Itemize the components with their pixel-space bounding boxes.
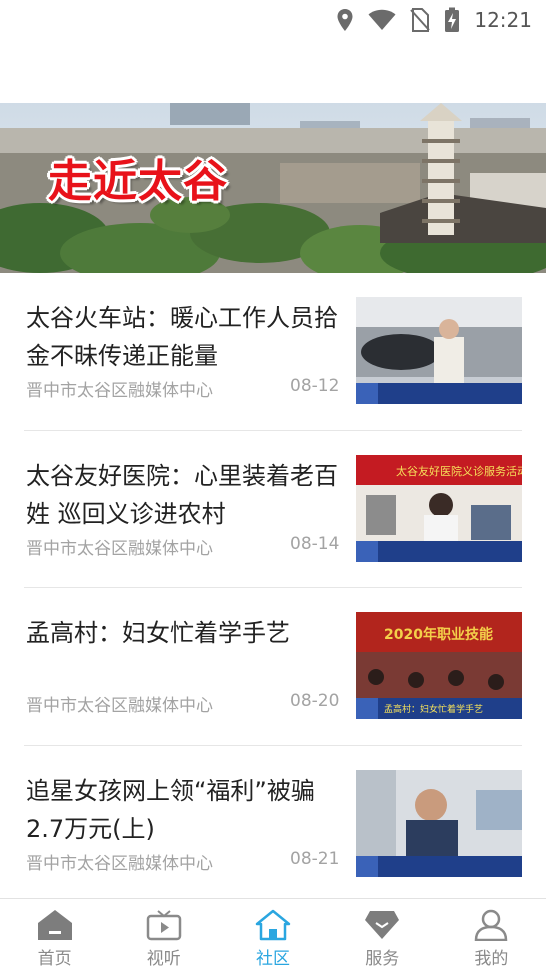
tv-icon: [146, 910, 182, 941]
news-thumbnail: [356, 769, 522, 877]
wifi-icon: [368, 9, 396, 31]
tab-services[interactable]: 服务: [328, 899, 437, 976]
tab-label: 社区: [256, 949, 290, 969]
thumbnail-caption-text: 孟高村：妇女忙着学手艺: [384, 703, 483, 715]
news-thumbnail: [356, 297, 522, 404]
news-date: 08-14: [290, 533, 340, 554]
news-title: 太谷火车站：暖心工作人员拾金不昧传递正能量: [26, 304, 338, 370]
tab-community[interactable]: 社区: [218, 899, 327, 976]
news-date: 08-21: [290, 848, 340, 869]
news-title: 太谷友好医院：心里装着老百姓 巡回义诊进农村: [26, 461, 338, 528]
status-time: 12:21: [474, 8, 532, 32]
news-date: 08-12: [290, 376, 340, 396]
news-item[interactable]: 孟高村：妇女忙着学手艺 晋中市太谷区融媒体中心 08-20 2020年职业技能 …: [24, 588, 522, 746]
news-title: 孟高村：妇女忙着学手艺: [26, 619, 290, 647]
news-title: 追星女孩网上领“福利”被骗2.7万元(上): [26, 776, 315, 843]
community-icon: [255, 909, 291, 941]
tab-home[interactable]: 首页: [0, 899, 109, 976]
user-icon: [475, 909, 508, 941]
news-list: 太谷火车站：暖心工作人员拾金不昧传递正能量 晋中市太谷区融媒体中心 08-12 …: [0, 273, 546, 903]
news-source: 晋中市太谷区融媒体中心: [26, 853, 213, 874]
news-source: 晋中市太谷区融媒体中心: [26, 696, 213, 716]
tab-label: 服务: [365, 949, 400, 969]
news-item[interactable]: 太谷友好医院：心里装着老百姓 巡回义诊进农村 晋中市太谷区融媒体中心 08-14…: [24, 431, 522, 588]
tab-label: 我的: [474, 949, 509, 969]
tab-label: 视听: [146, 949, 181, 969]
news-thumbnail: 2020年职业技能 孟高村：妇女忙着学手艺: [356, 612, 522, 719]
news-source: 晋中市太谷区融媒体中心: [26, 538, 213, 559]
banner[interactable]: 走近太谷: [0, 103, 546, 273]
news-thumbnail: 太谷友好医院义诊服务活动: [356, 454, 522, 562]
tab-audio-video[interactable]: 视听: [109, 899, 218, 976]
news-item[interactable]: 太谷火车站：暖心工作人员拾金不昧传递正能量 晋中市太谷区融媒体中心 08-12: [24, 273, 522, 431]
battery-charging-icon: [445, 7, 460, 32]
tab-mine[interactable]: 我的: [437, 899, 546, 976]
diamond-icon: [365, 911, 400, 939]
news-source: 晋中市太谷区融媒体中心: [26, 381, 213, 401]
banner-title: 走近太谷: [48, 156, 228, 207]
no-sim-icon: [410, 8, 431, 32]
thumbnail-banner-text: 2020年职业技能: [384, 626, 493, 643]
bottom-tab-bar: 首页 视听 社区 服务 我的: [0, 898, 546, 976]
home-icon: [37, 910, 72, 940]
news-date: 08-20: [290, 691, 340, 711]
status-bar: 12:21: [0, 0, 546, 40]
location-icon: [337, 9, 353, 31]
news-item[interactable]: 追星女孩网上领“福利”被骗2.7万元(上) 晋中市太谷区融媒体中心 08-21: [24, 746, 522, 904]
tab-label: 首页: [37, 949, 72, 969]
thumbnail-banner-text: 太谷友好医院义诊服务活动: [396, 464, 522, 478]
